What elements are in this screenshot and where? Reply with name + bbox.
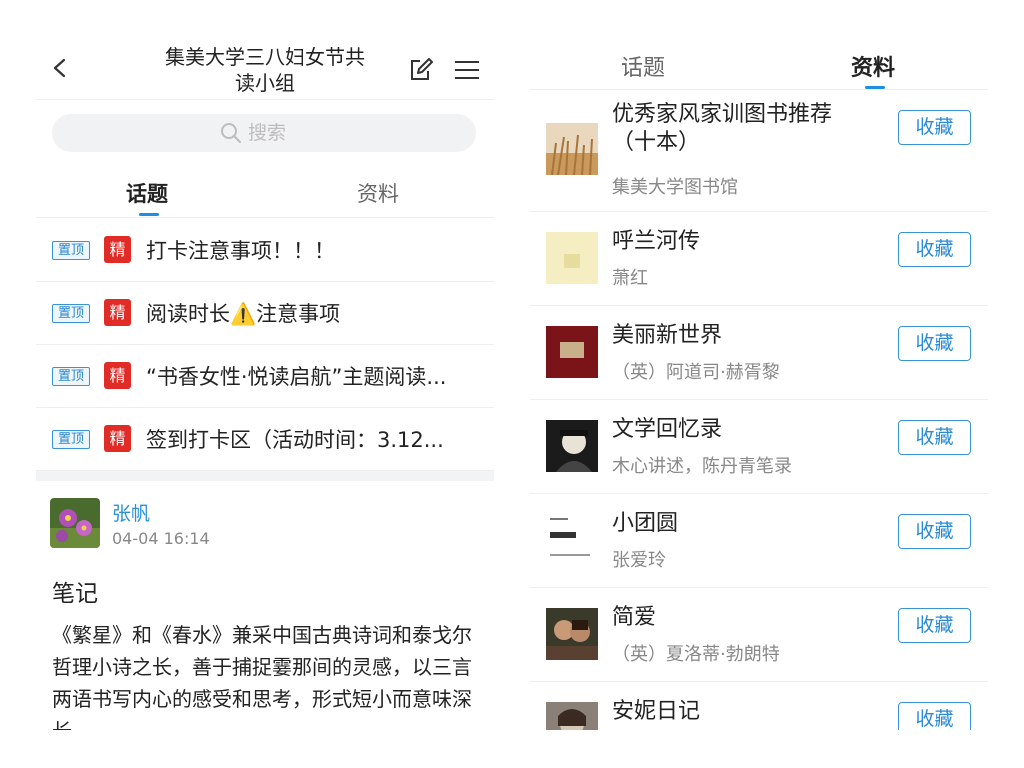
book-item[interactable]: 呼兰河传 萧红 收藏 [530,212,988,306]
active-tab-indicator [139,213,159,216]
collect-button[interactable]: 收藏 [898,420,971,455]
book-author: （英）夏洛蒂·勃朗特 [612,644,780,665]
collect-button[interactable]: 收藏 [898,232,971,267]
group-title: 集美大学三八妇女节共读小组 [165,45,365,95]
topic-title: 签到打卡区（活动时间：3.12... [146,428,444,452]
pinned-badge: 置顶 [52,430,90,449]
active-tab-indicator [865,86,885,89]
book-title: 优秀家风家训图书推荐（十本） [612,102,833,155]
author-name[interactable]: 张帆 [112,499,150,526]
topic-title: “书香女性·悦读启航”主题阅读... [146,365,447,389]
book-cover [546,232,598,284]
book-cover [546,608,598,660]
book-item[interactable]: 小团圆 张爱玲 收藏 [530,494,988,588]
topic-title: 阅读时长⚠️注意事项 [146,302,341,326]
pinned-badge: 置顶 [52,367,90,386]
left-panel: 集美大学三八妇女节共读小组 话题 资料 置 [36,30,494,730]
topic-title: 打卡注意事项！！！ [146,239,335,263]
avatar[interactable] [50,498,100,548]
post-title: 笔记 [52,581,98,607]
post-time: 04-04 16:14 [112,529,210,548]
pinned-topic[interactable]: 置顶 精 签到打卡区（活动时间：3.12... [36,408,494,471]
pinned-badge: 置顶 [52,304,90,323]
book-author: 木心讲述，陈丹青笔录 [612,456,792,477]
book-item[interactable]: 美丽新世界 （英）阿道司·赫胥黎 收藏 [530,306,988,400]
collect-button[interactable]: 收藏 [898,326,971,361]
book-title: 呼兰河传 [612,229,701,254]
book-author: （英）阿道司·赫胥黎 [612,362,780,383]
featured-badge: 精 [104,362,131,389]
search-bar[interactable] [52,114,476,152]
section-divider [36,471,494,481]
tab-bar: 话题 资料 [36,170,494,218]
collect-button[interactable]: 收藏 [898,110,971,145]
book-author: 集美大学图书馆 [612,177,738,198]
tab-materials[interactable]: 资料 [851,50,895,82]
book-list: 优秀家风家训图书推荐（十本） 集美大学图书馆 收藏 呼兰河传 萧红 收藏 美丽新… [530,91,988,730]
book-item[interactable]: 优秀家风家训图书推荐（十本） 集美大学图书馆 收藏 [530,91,988,212]
pinned-badge: 置顶 [52,241,90,260]
book-cover [546,326,598,378]
book-title: 文学回忆录 [612,417,723,442]
tab-topics[interactable]: 话题 [126,178,168,208]
book-title: 安妮日记 [612,699,701,724]
post-body: 《繁星》和《春水》兼采中国古典诗词和泰戈尔哲理小诗之长，善于捕捉霎那间的灵感，以… [52,623,472,730]
pinned-topic[interactable]: 置顶 精 阅读时长⚠️注意事项 [36,282,494,345]
book-title: 美丽新世界 [612,323,723,348]
collect-button[interactable]: 收藏 [898,608,971,643]
collect-button[interactable]: 收藏 [898,514,971,549]
tab-materials[interactable]: 资料 [357,178,399,208]
book-cover [546,123,598,175]
header: 集美大学三八妇女节共读小组 [36,30,494,100]
tab-topics[interactable]: 话题 [621,50,665,82]
book-cover [546,702,598,730]
back-icon[interactable] [50,58,70,78]
screen: 集美大学三八妇女节共读小组 话题 资料 置 [0,0,1024,768]
book-title: 简爱 [612,605,657,630]
pinned-topic[interactable]: 置顶 精 “书香女性·悦读启航”主题阅读... [36,345,494,408]
featured-badge: 精 [104,236,131,263]
collect-button[interactable]: 收藏 [898,702,971,730]
featured-badge: 精 [104,425,131,452]
pinned-topic[interactable]: 置顶 精 打卡注意事项！！！ [36,219,494,282]
book-cover [546,514,598,566]
book-cover [546,420,598,472]
book-author: 萧红 [612,268,648,289]
featured-badge: 精 [104,299,131,326]
menu-icon[interactable] [454,59,480,81]
edit-icon[interactable] [408,57,434,83]
tab-bar: 话题 资料 [530,30,988,90]
search-icon [221,123,241,143]
book-item[interactable]: 安妮日记 收藏 [530,682,988,730]
book-author: 张爱玲 [612,550,666,571]
pinned-topic-list: 置顶 精 打卡注意事项！！！ 置顶 精 阅读时长⚠️注意事项 置顶 精 “书香女… [36,219,494,471]
book-item[interactable]: 简爱 （英）夏洛蒂·勃朗特 收藏 [530,588,988,682]
book-item[interactable]: 文学回忆录 木心讲述，陈丹青笔录 收藏 [530,400,988,494]
search-input[interactable] [248,122,308,144]
right-panel: 话题 资料 优秀家风家训图书推荐（十本） 集美大学图书馆 收藏 呼兰河传 萧红 … [530,30,988,730]
book-title: 小团圆 [612,511,679,536]
